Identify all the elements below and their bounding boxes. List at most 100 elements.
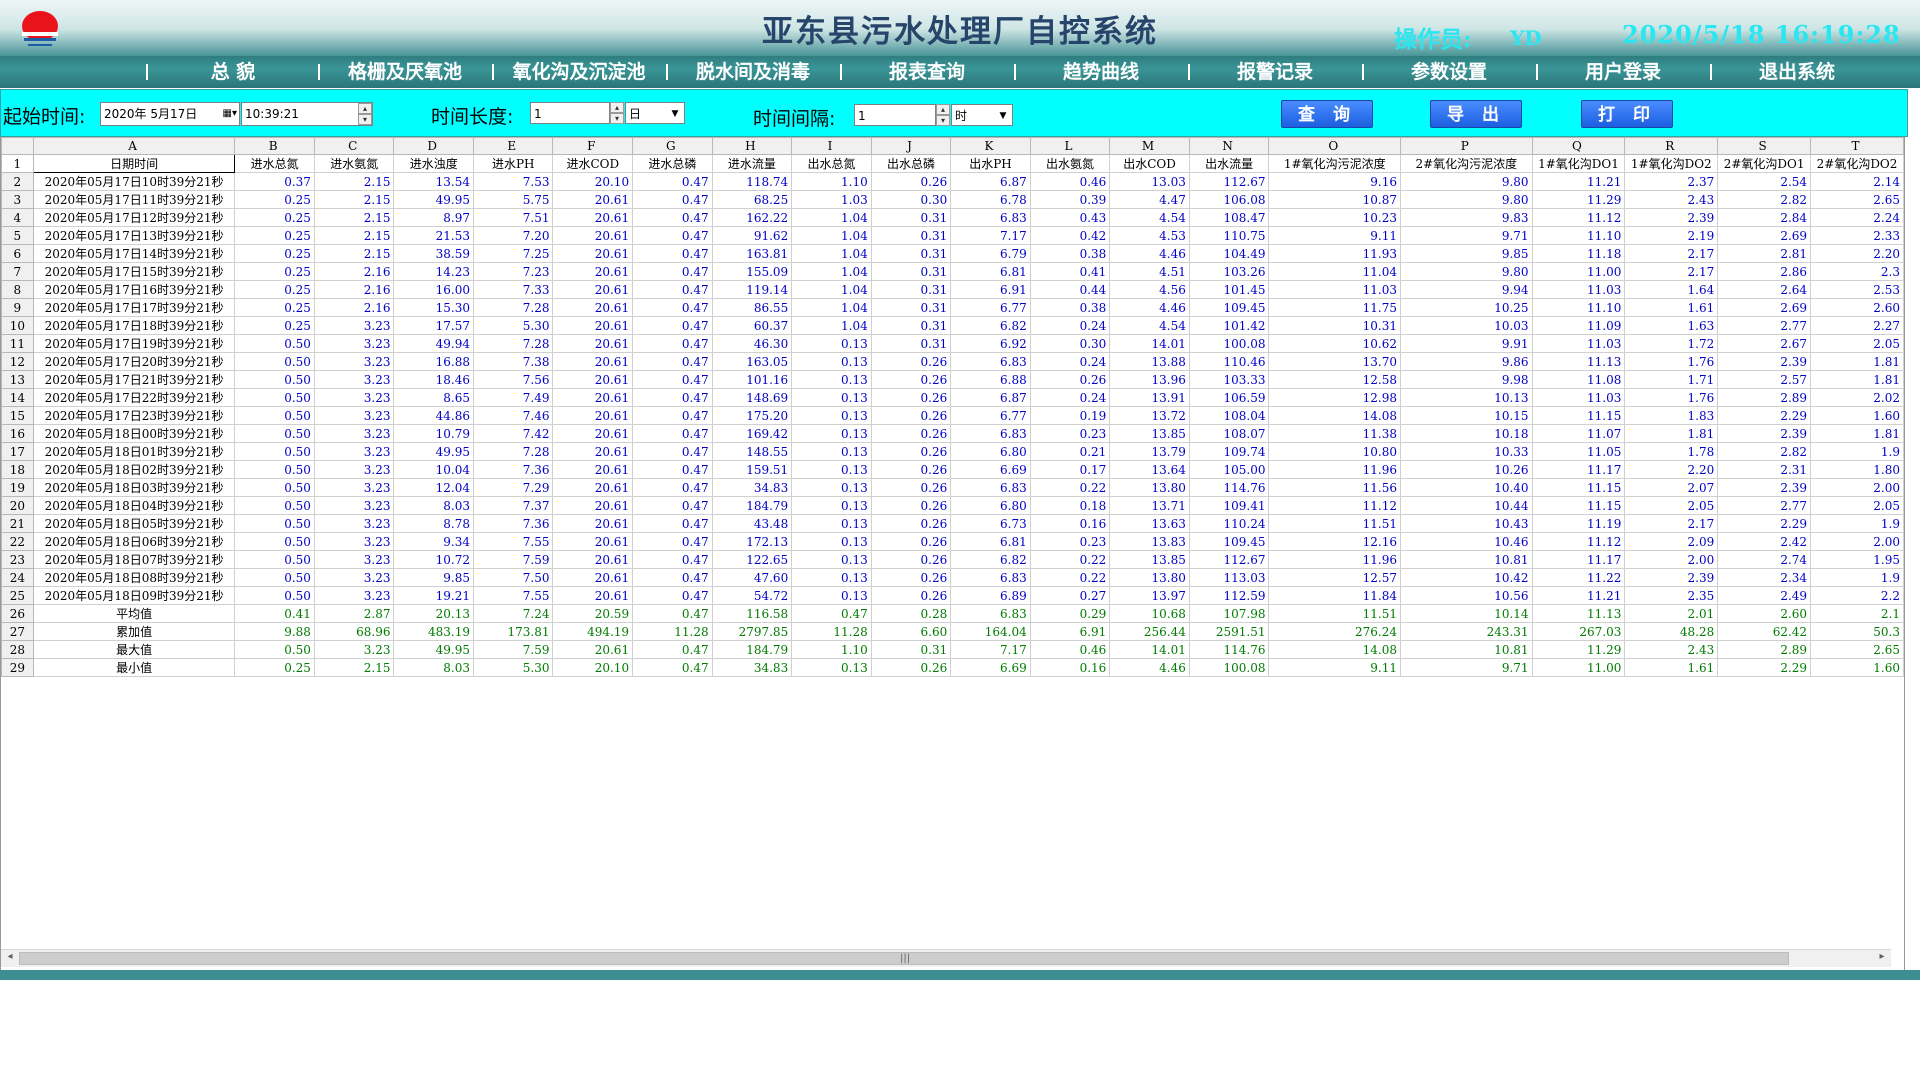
value-cell[interactable]: 9.16: [1268, 172, 1402, 191]
value-cell[interactable]: 3.23: [313, 532, 395, 551]
stat-value-cell[interactable]: 0.47: [632, 658, 713, 677]
value-cell[interactable]: 0.26: [870, 352, 952, 371]
value-cell[interactable]: 110.24: [1188, 514, 1270, 533]
value-cell[interactable]: 11.22: [1531, 568, 1626, 587]
value-cell[interactable]: 11.51: [1268, 514, 1402, 533]
stat-value-cell[interactable]: 2.89: [1717, 640, 1812, 659]
value-cell[interactable]: 0.26: [870, 370, 952, 389]
menu-item-grille-anaerobic[interactable]: 格栅及厌氧池: [320, 56, 490, 88]
value-cell[interactable]: 0.50: [234, 460, 315, 479]
value-cell[interactable]: 2.2: [1810, 586, 1904, 605]
value-cell[interactable]: 0.47: [632, 190, 713, 209]
value-cell[interactable]: 20.61: [552, 424, 634, 443]
value-cell[interactable]: 9.80: [1400, 172, 1533, 191]
value-cell[interactable]: 0.43: [1029, 208, 1111, 227]
value-cell[interactable]: 2.77: [1717, 496, 1812, 515]
value-cell[interactable]: 4.54: [1109, 316, 1190, 335]
row-number[interactable]: 2: [1, 172, 34, 191]
value-cell[interactable]: 118.74: [711, 172, 793, 191]
value-cell[interactable]: 11.12: [1531, 208, 1626, 227]
value-cell[interactable]: 0.47: [632, 406, 713, 425]
stat-value-cell[interactable]: 14.01: [1109, 640, 1190, 659]
value-cell[interactable]: 2.3: [1810, 262, 1904, 281]
value-cell[interactable]: 7.50: [472, 568, 554, 587]
value-cell[interactable]: 9.91: [1400, 334, 1533, 353]
value-cell[interactable]: 20.61: [552, 388, 634, 407]
value-cell[interactable]: 0.13: [791, 568, 872, 587]
stat-value-cell[interactable]: 173.81: [472, 622, 554, 641]
value-cell[interactable]: 109.45: [1188, 298, 1270, 317]
value-cell[interactable]: 38.59: [393, 244, 474, 263]
value-cell[interactable]: 49.95: [393, 442, 474, 461]
value-cell[interactable]: 105.00: [1188, 460, 1270, 479]
value-cell[interactable]: 6.87: [950, 172, 1031, 191]
row-number[interactable]: 20: [1, 496, 34, 515]
value-cell[interactable]: 10.33: [1400, 442, 1533, 461]
menu-item-oxidation-ditch[interactable]: 氧化沟及沉淀池: [494, 56, 664, 88]
stat-value-cell[interactable]: 0.41: [234, 604, 315, 623]
stat-value-cell[interactable]: 256.44: [1109, 622, 1190, 641]
value-cell[interactable]: 9.80: [1400, 190, 1533, 209]
value-cell[interactable]: 1.9: [1810, 514, 1904, 533]
value-cell[interactable]: 20.61: [552, 298, 634, 317]
value-cell[interactable]: 10.79: [393, 424, 474, 443]
value-cell[interactable]: 11.15: [1531, 478, 1626, 497]
value-cell[interactable]: 0.47: [632, 478, 713, 497]
column-letter[interactable]: E: [472, 137, 554, 155]
value-cell[interactable]: 0.37: [234, 172, 315, 191]
value-cell[interactable]: 11.96: [1268, 460, 1402, 479]
value-cell[interactable]: 6.88: [950, 370, 1031, 389]
value-cell[interactable]: 11.12: [1268, 496, 1402, 515]
value-cell[interactable]: 1.81: [1810, 424, 1904, 443]
vertical-scrollbar[interactable]: [1905, 137, 1920, 970]
value-cell[interactable]: 7.29: [472, 478, 554, 497]
value-cell[interactable]: 13.96: [1109, 370, 1190, 389]
stat-value-cell[interactable]: 116.58: [711, 604, 793, 623]
value-cell[interactable]: 13.71: [1109, 496, 1190, 515]
row-number[interactable]: 5: [1, 226, 34, 245]
datetime-cell[interactable]: 2020年05月17日11时39分21秒: [32, 190, 236, 209]
value-cell[interactable]: 0.50: [234, 388, 315, 407]
stat-value-cell[interactable]: 276.24: [1268, 622, 1402, 641]
value-cell[interactable]: 9.85: [393, 568, 474, 587]
value-cell[interactable]: 0.25: [234, 262, 315, 281]
stat-value-cell[interactable]: 0.16: [1029, 658, 1111, 677]
value-cell[interactable]: 108.47: [1188, 208, 1270, 227]
value-cell[interactable]: 6.91: [950, 280, 1031, 299]
column-letter[interactable]: H: [711, 137, 793, 155]
value-cell[interactable]: 11.03: [1531, 334, 1626, 353]
value-cell[interactable]: 0.26: [1029, 370, 1111, 389]
datetime-cell[interactable]: 2020年05月18日08时39分21秒: [32, 568, 236, 587]
value-cell[interactable]: 0.41: [1029, 262, 1111, 281]
value-cell[interactable]: 0.26: [870, 568, 952, 587]
value-cell[interactable]: 0.47: [632, 496, 713, 515]
value-cell[interactable]: 0.47: [632, 316, 713, 335]
stat-value-cell[interactable]: 62.42: [1717, 622, 1812, 641]
stat-value-cell[interactable]: 0.25: [234, 658, 315, 677]
value-cell[interactable]: 0.24: [1029, 316, 1111, 335]
value-cell[interactable]: 13.64: [1109, 460, 1190, 479]
value-cell[interactable]: 2.89: [1717, 388, 1812, 407]
value-cell[interactable]: 0.47: [632, 262, 713, 281]
column-letter[interactable]: O: [1268, 137, 1402, 155]
time-interval-unit-select[interactable]: 时 ▼: [951, 104, 1013, 126]
stat-value-cell[interactable]: 5.30: [472, 658, 554, 677]
value-cell[interactable]: 4.51: [1109, 262, 1190, 281]
value-cell[interactable]: 0.47: [632, 298, 713, 317]
value-cell[interactable]: 2.86: [1717, 262, 1812, 281]
value-cell[interactable]: 1.71: [1624, 370, 1719, 389]
value-cell[interactable]: 6.89: [950, 586, 1031, 605]
value-cell[interactable]: 46.30: [711, 334, 793, 353]
value-cell[interactable]: 1.04: [791, 244, 872, 263]
value-cell[interactable]: 3.23: [313, 442, 395, 461]
value-cell[interactable]: 6.81: [950, 532, 1031, 551]
row-number[interactable]: 14: [1, 388, 34, 407]
stat-value-cell[interactable]: 11.00: [1531, 658, 1626, 677]
column-letter[interactable]: R: [1624, 137, 1719, 155]
value-cell[interactable]: 0.13: [791, 496, 872, 515]
field-name-cell[interactable]: 日期时间: [32, 154, 236, 173]
time-length-unit-select[interactable]: 日 ▼: [625, 102, 685, 124]
value-cell[interactable]: 7.56: [472, 370, 554, 389]
value-cell[interactable]: 4.54: [1109, 208, 1190, 227]
value-cell[interactable]: 3.23: [313, 478, 395, 497]
